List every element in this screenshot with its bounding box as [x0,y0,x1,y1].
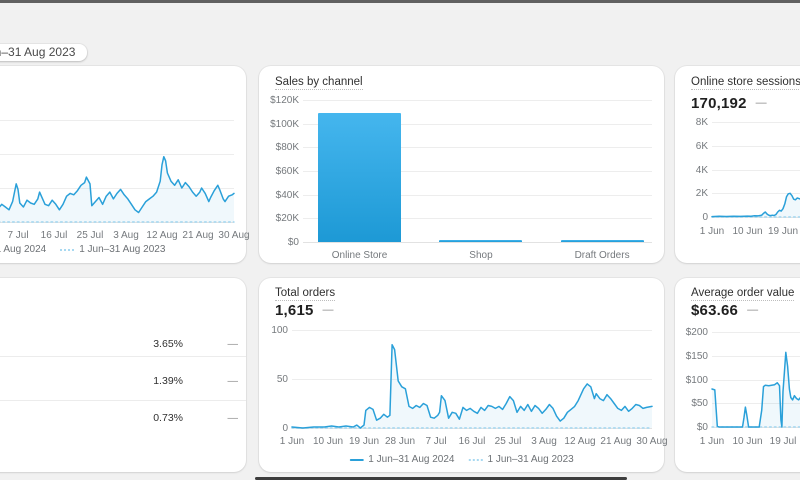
legend-dotted-swatch [468,458,483,461]
grid-line [303,242,652,243]
legend-label-current: 1 Jun–31 Aug 2024 [368,454,455,465]
line-chart-svg [0,155,235,223]
legend-item-current: 1 Jun–31 Aug 2024 [0,244,46,255]
y-axis-label: $120K [270,95,299,106]
y-axis-label: $80K [275,142,299,154]
grid-line [303,100,652,101]
legend-label-previous: 1 Jun–31 Aug 2023 [79,244,166,255]
chip-label: 1 Jun–31 Aug 2023 [0,45,76,59]
legend-line-swatch [349,458,364,461]
conversion-row: 1.39% — [0,375,246,387]
conversion-value: 3.65% [153,338,183,350]
y-axis-label: $100K [270,118,299,130]
aov-chart: $0 $50 $100 $150 $200 1 Jun 10 Jun 19 Jul [675,278,800,472]
row-divider [0,356,246,357]
card-sales-by-channel: Sales by channel $0 $20K $40K $60K $80K $100K… [259,66,664,263]
legend-label-previous: 1 Jun–31 Aug 2023 [487,454,574,465]
date-compare-chip[interactable]: 1 Jun–31 Aug 2023 [0,44,88,61]
conversion-delta-dash: — [227,375,239,387]
conversion-delta-dash: — [227,412,239,424]
total-orders-chart: 0 50 100 1 Jun 10 Jun 19 Jun 28 Jun 7 Jul 16 Jul… [259,278,667,472]
conversion-value: 1.39% [153,375,183,387]
bar-category-label: Shop [469,250,493,261]
line-chart-svg [711,351,800,428]
legend-dotted-swatch [60,248,75,251]
y-axis-label: $40K [275,189,299,201]
line-area-fill [0,156,234,222]
card-online-store-sessions: Online store sessions 170,192— 0 2K 4K 6K 8K… [675,66,800,263]
legend-item-previous: 1 Jun–31 Aug 2023 [60,244,165,255]
sales-by-channel-chart: $0 $20K $40K $60K $80K $100K $120K Online Store… [259,66,664,263]
y-axis-label: $60K [275,166,299,177]
conversion-delta-dash: — [227,338,239,350]
conversion-row: 3.65% — [0,338,246,350]
bar-online-store [318,113,402,242]
row-divider [0,400,246,401]
card-total-orders: Total orders 1,615— 0 50 100 1 Jun 10 Jun 19 … [259,278,668,472]
card-total-sales-partial: 7 Jul 16 Jul 25 Jul 3 Aug 12 Aug 21 Aug 30 Aug… [0,66,250,263]
card-conversion-partial: 3.65% — 1.39% — 0.73% — [0,278,246,472]
dashboard-screen: 1 Jun–31 Aug 2023 7 Jul16 Jul25 Jul3 Aug… [0,0,800,480]
legend-label-current: 1 Jun–31 Aug 2024 [0,244,47,255]
y-axis-label: $20K [275,213,299,225]
line-area-fill [292,344,652,428]
chart-legend: 1 Jun–31 Aug 2024 1 Jun–31 Aug 2023 [349,454,574,465]
bar-category-label: Draft Orders [574,250,630,261]
conversion-row: 0.73% — [0,412,246,424]
line-chart-svg [711,192,800,218]
sessions-chart: 0 2K 4K 6K 8K 1 Jun 10 Jun 19 Jun [675,66,800,263]
line-chart-svg [291,343,653,429]
top-border-bar [0,0,800,3]
conversion-value: 0.73% [153,412,183,424]
bar-category-label: Online Store [331,250,388,261]
y-axis-label: $0 [287,237,299,248]
card-average-order-value: Average order value $63.66— $0 $50 $100 $15… [675,278,800,472]
bar-draft-orders [560,239,644,242]
legend-item-current: 1 Jun–31 Aug 2024 [349,454,455,465]
chart-legend: 1 Jun–31 Aug 2024 1 Jun–31 Aug 2023 [0,244,165,255]
legend-item-previous: 1 Jun–31 Aug 2023 [468,454,574,465]
total-sales-chart: 7 Jul 16 Jul 25 Jul 3 Aug 12 Aug 21 Aug 30 Aug [0,66,250,263]
bar-shop [439,239,523,242]
